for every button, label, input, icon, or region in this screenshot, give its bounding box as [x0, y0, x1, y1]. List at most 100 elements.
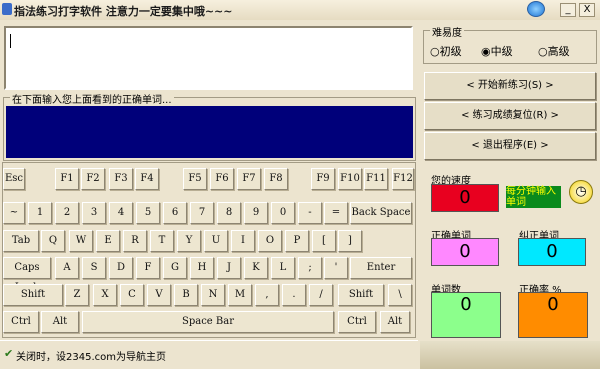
speed-unit-note: 每分钟输入单词	[506, 186, 561, 208]
key-sym11[interactable]: -	[298, 202, 322, 224]
fixed-value: 0	[518, 238, 586, 266]
key-j[interactable]: J	[217, 257, 241, 279]
key-sym12[interactable]: =	[324, 202, 348, 224]
key-f9[interactable]: F9	[311, 168, 335, 190]
key-f10[interactable]: F10	[338, 168, 362, 190]
answer-input[interactable]	[6, 106, 413, 158]
key-u[interactable]: U	[204, 230, 228, 252]
key-8[interactable]: 8	[217, 202, 241, 224]
skin-icon[interactable]	[527, 1, 545, 17]
key-r[interactable]: R	[123, 230, 147, 252]
key-e[interactable]: E	[96, 230, 120, 252]
key-x[interactable]: X	[93, 284, 117, 306]
key-alt[interactable]: Alt	[41, 311, 79, 333]
key-z[interactable]: Z	[65, 284, 89, 306]
key-sym8[interactable]: ,	[255, 284, 279, 306]
key-tab[interactable]: Tab	[3, 230, 39, 252]
key-3[interactable]: 3	[82, 202, 106, 224]
key-s[interactable]: S	[82, 257, 106, 279]
text-caret	[10, 34, 11, 48]
difficulty-easy-label: 初级	[439, 45, 462, 58]
close-button[interactable]: X	[579, 3, 595, 17]
key-space-bar[interactable]: Space Bar	[82, 311, 334, 333]
key-f1[interactable]: F1	[55, 168, 79, 190]
title-bar: 指法练习打字软件 注意力一定要集中哦~~~ _ X	[0, 0, 600, 20]
key-2[interactable]: 2	[55, 202, 79, 224]
key-sym12[interactable]: \	[388, 284, 412, 306]
input-group: 在下面输入您上面看到的正确单词...	[3, 91, 416, 161]
key-enter[interactable]: Enter	[350, 257, 412, 279]
key-6[interactable]: 6	[163, 202, 187, 224]
speed-value: 0	[431, 184, 499, 212]
key-i[interactable]: I	[231, 230, 255, 252]
key-ctrl[interactable]: Ctrl	[338, 311, 376, 333]
window-title: 指法练习打字软件 注意力一定要集中哦~~~	[14, 5, 233, 18]
key-b[interactable]: B	[174, 284, 198, 306]
key-y[interactable]: Y	[177, 230, 201, 252]
clock-icon: ◷	[569, 180, 593, 204]
key-9[interactable]: 9	[244, 202, 268, 224]
reset-score-button[interactable]: < 练习成绩复位(R) >	[424, 102, 596, 130]
key-caps-lock[interactable]: Caps Lock	[3, 257, 51, 293]
difficulty-hard[interactable]: ○高级	[538, 43, 570, 59]
key-a[interactable]: A	[55, 257, 79, 279]
key-ctrl[interactable]: Ctrl	[3, 311, 39, 333]
key-1[interactable]: 1	[28, 202, 52, 224]
key-f4[interactable]: F4	[135, 168, 159, 190]
minimize-button[interactable]: _	[560, 3, 576, 17]
key-f8[interactable]: F8	[264, 168, 288, 190]
exit-button[interactable]: < 退出程序(E) >	[424, 132, 596, 160]
word-display	[4, 26, 413, 90]
difficulty-medium-label: 中级	[490, 45, 513, 58]
difficulty-easy[interactable]: ○初级	[430, 43, 462, 59]
key-o[interactable]: O	[258, 230, 282, 252]
key-back-space[interactable]: Back Space	[350, 202, 412, 224]
status-bar: ✔ 关闭时，设2345.com为导航主页	[0, 340, 418, 369]
key-p[interactable]: P	[285, 230, 309, 252]
key-h[interactable]: H	[190, 257, 214, 279]
key-sym12[interactable]: ]	[338, 230, 362, 252]
difficulty-medium[interactable]: ◉中级	[481, 43, 513, 59]
correct-value: 0	[431, 238, 499, 266]
difficulty-hard-label: 高级	[547, 45, 570, 58]
key-alt[interactable]: Alt	[380, 311, 410, 333]
check-icon: ✔	[4, 347, 14, 360]
key-t[interactable]: T	[150, 230, 174, 252]
key-4[interactable]: 4	[109, 202, 133, 224]
decorative-footer	[420, 341, 600, 369]
key-f7[interactable]: F7	[237, 168, 261, 190]
key-sym10[interactable]: ;	[298, 257, 322, 279]
key-l[interactable]: L	[271, 257, 295, 279]
key-f12[interactable]: F12	[392, 168, 414, 190]
key-q[interactable]: Q	[41, 230, 65, 252]
key-7[interactable]: 7	[190, 202, 214, 224]
key-shift[interactable]: Shift	[3, 284, 63, 306]
key-5[interactable]: 5	[136, 202, 160, 224]
key-sym0[interactable]: ~	[3, 202, 25, 224]
key-f2[interactable]: F2	[81, 168, 105, 190]
key-f11[interactable]: F11	[364, 168, 388, 190]
key-f5[interactable]: F5	[183, 168, 207, 190]
key-esc[interactable]: Esc	[3, 168, 25, 190]
app-icon	[2, 3, 12, 15]
key-sym11[interactable]: [	[312, 230, 336, 252]
key-sym11[interactable]: '	[324, 257, 348, 279]
key-k[interactable]: K	[244, 257, 268, 279]
key-d[interactable]: D	[109, 257, 133, 279]
key-shift[interactable]: Shift	[338, 284, 384, 306]
key-w[interactable]: W	[69, 230, 93, 252]
key-f6[interactable]: F6	[210, 168, 234, 190]
key-v[interactable]: V	[147, 284, 171, 306]
status-text[interactable]: 关闭时，设2345.com为导航主页	[16, 348, 166, 363]
key-sym9[interactable]: .	[282, 284, 306, 306]
key-0[interactable]: 0	[271, 202, 295, 224]
key-n[interactable]: N	[201, 284, 225, 306]
difficulty-group: 难易度 ○初级 ◉中级 ○高级	[423, 24, 597, 64]
key-sym10[interactable]: /	[309, 284, 333, 306]
start-new-button[interactable]: < 开始新练习(S) >	[424, 72, 596, 100]
key-g[interactable]: G	[163, 257, 187, 279]
key-f[interactable]: F	[136, 257, 160, 279]
key-m[interactable]: M	[228, 284, 252, 306]
key-f3[interactable]: F3	[109, 168, 133, 190]
key-c[interactable]: C	[120, 284, 144, 306]
